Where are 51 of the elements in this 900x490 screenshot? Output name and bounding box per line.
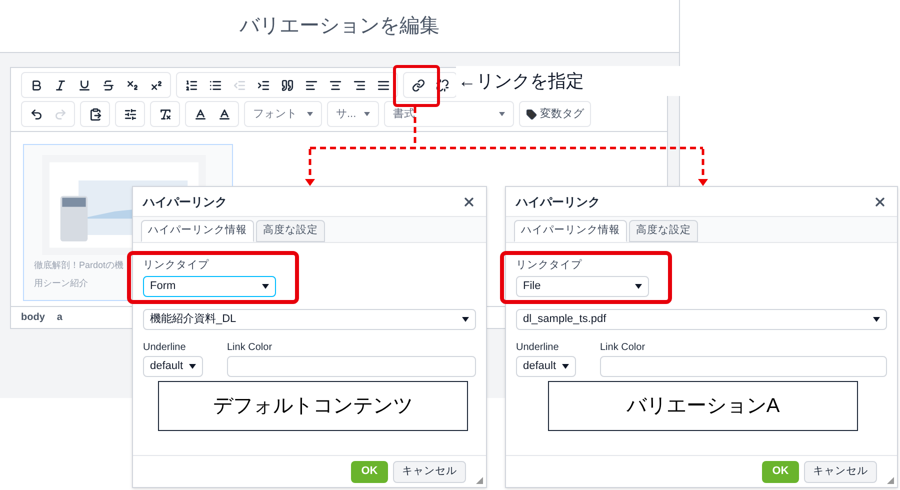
annotation-callout: バリエーションA	[548, 381, 858, 431]
annotation-text: ←リンクを指定	[458, 70, 584, 92]
toolbar-dropdown[interactable]: 書式	[384, 101, 514, 127]
caret-icon	[635, 284, 642, 289]
toolbar-dropdown[interactable]: サ...	[327, 101, 379, 127]
caret-icon	[462, 316, 469, 322]
tab[interactable]: 高度な設定	[256, 220, 325, 242]
field-label: Underline	[143, 340, 187, 355]
field-label: Underline	[516, 340, 560, 355]
dropdown[interactable]: Form	[143, 276, 276, 297]
element-path[interactable]: a	[56, 310, 62, 325]
page-title: バリエーションを編集	[240, 14, 440, 39]
caret-icon	[307, 112, 313, 116]
variable-tag-button[interactable]: 変数タグ	[519, 101, 591, 127]
close-icon[interactable]	[873, 194, 887, 208]
card-text: 徹底解剖！Pardotの機	[34, 259, 124, 272]
dropdown[interactable]: File	[516, 276, 649, 297]
caret-icon	[262, 284, 269, 289]
input-field[interactable]	[227, 356, 476, 377]
caret-icon	[189, 364, 196, 369]
input-field[interactable]	[600, 356, 887, 377]
tab[interactable]: 高度な設定	[629, 220, 698, 242]
field-label: Link Color	[227, 340, 274, 355]
cancel-button[interactable]: キャンセル	[804, 460, 877, 482]
card-text: 用シーン紹介	[34, 276, 88, 290]
caret-icon	[562, 364, 569, 369]
dashed-arrow	[698, 149, 708, 186]
dropdown[interactable]: default	[516, 356, 576, 377]
close-icon[interactable]	[462, 194, 476, 208]
resize-grip-icon[interactable]	[887, 477, 894, 484]
annotation-callout: デフォルトコンテンツ	[158, 381, 468, 431]
tab[interactable]: ハイパーリンク情報	[141, 220, 254, 242]
resize-grip-icon[interactable]	[476, 477, 483, 484]
field-label: Link Color	[600, 340, 646, 355]
dropdown[interactable]: 機能紹介資料_DL	[143, 308, 476, 330]
dialog-title: ハイパーリンク	[143, 194, 227, 210]
caret-icon	[873, 316, 880, 322]
tag-icon	[526, 108, 537, 120]
element-path[interactable]: body	[21, 310, 45, 325]
field-label: リンクタイプ	[516, 258, 583, 273]
cancel-button[interactable]: キャンセル	[393, 460, 466, 482]
dashed-arrow	[305, 149, 315, 186]
dropdown[interactable]: default	[143, 356, 203, 377]
caret-icon	[364, 112, 370, 116]
highlight-frame	[393, 65, 440, 107]
caret-icon	[499, 112, 505, 116]
tab[interactable]: ハイパーリンク情報	[514, 220, 627, 242]
field-label: リンクタイプ	[143, 258, 210, 273]
dropdown[interactable]: dl_sample_ts.pdf	[516, 308, 887, 330]
dialog-title: ハイパーリンク	[516, 194, 600, 210]
toolbar-dropdown[interactable]: フォント	[244, 101, 322, 127]
